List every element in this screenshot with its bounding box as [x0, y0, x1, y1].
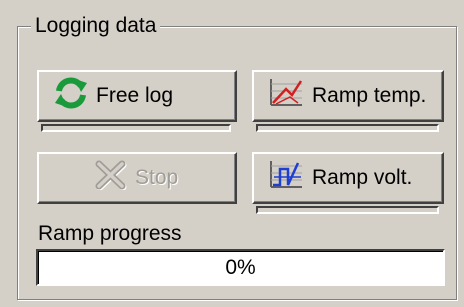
free-log-label: Free log [96, 84, 174, 107]
ramp-volt-label: Ramp volt. [312, 166, 413, 189]
ramp-volt-button[interactable]: Ramp volt. [252, 152, 444, 204]
ramp-temp-indicator [256, 124, 439, 132]
ramp-volt-indicator [256, 206, 439, 214]
refresh-icon [53, 77, 89, 115]
ramp-progress-bar: 0% [36, 249, 445, 286]
stop-x-icon [95, 160, 127, 196]
logging-data-title: Logging data [31, 14, 161, 38]
voltage-ramp-chart-icon [268, 159, 304, 197]
ramp-progress-text: 0% [225, 255, 256, 279]
free-log-indicator [41, 124, 231, 132]
temperature-ramp-chart-icon [268, 77, 304, 115]
stop-label: Stop [135, 166, 179, 189]
stop-button[interactable]: Stop [37, 152, 237, 204]
ramp-temp-label: Ramp temp. [312, 84, 427, 107]
free-log-button[interactable]: Free log [37, 70, 237, 122]
ramp-progress-label: Ramp progress [38, 222, 182, 245]
ramp-temp-button[interactable]: Ramp temp. [252, 70, 444, 122]
